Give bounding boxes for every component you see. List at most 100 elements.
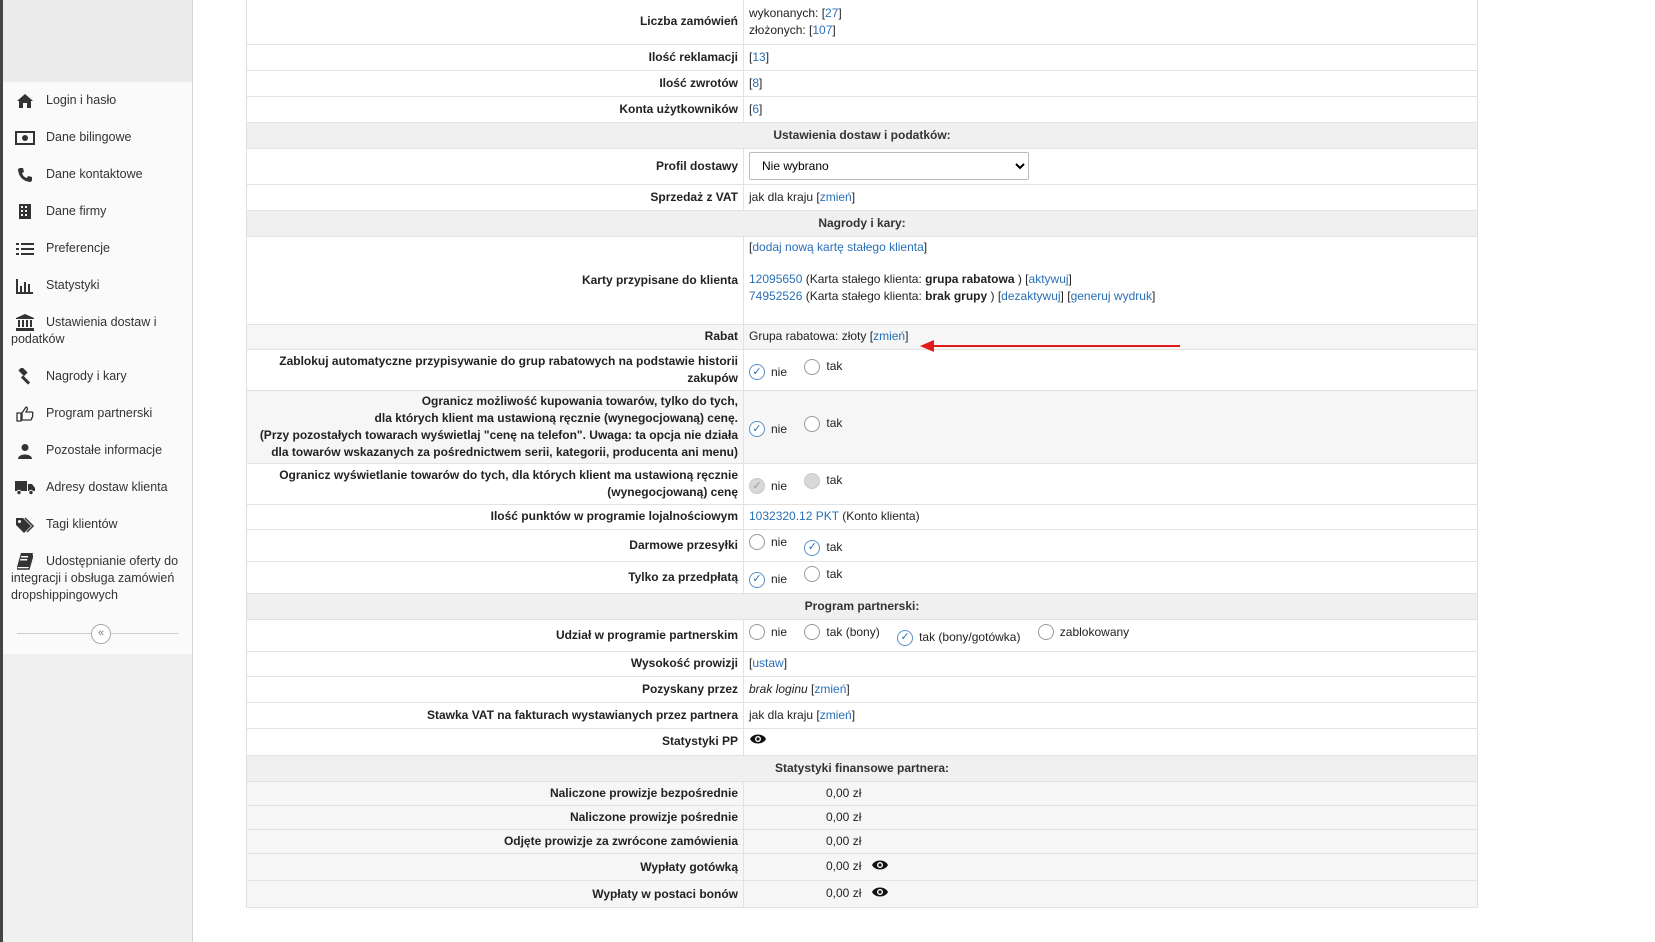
amount: 0,00 zł <box>826 834 862 848</box>
sidebar-item-preferences[interactable]: Preferencje <box>3 230 192 267</box>
radio-circle <box>749 624 765 641</box>
radio-nie[interactable]: ✓ nie <box>749 364 787 381</box>
truck-icon <box>15 479 35 496</box>
field-label: Ogranicz wyświetlanie towarów do tych, d… <box>246 463 744 505</box>
radio-label: nie <box>771 624 788 639</box>
card-number-link[interactable]: 74952526 <box>749 289 802 303</box>
change-acquired-by-link[interactable]: zmień <box>814 682 846 696</box>
orders-row: Liczba zamówień wykonanych: [27] złożony… <box>246 0 1478 45</box>
field-label: Liczba zamówień <box>246 0 744 45</box>
radio-nie[interactable]: nie <box>749 534 787 551</box>
sidebar-item-label: Statystyki <box>46 278 100 292</box>
field-label: Konta użytkowników <box>246 96 744 123</box>
sidebar-item-delivery-addresses[interactable]: Adresy dostaw klienta <box>3 469 192 506</box>
amount: 0,00 zł <box>826 785 862 800</box>
eye-icon[interactable] <box>871 886 889 903</box>
money-icon <box>15 129 35 146</box>
deactivate-card-link[interactable]: dezaktywuj <box>1001 289 1060 303</box>
radio-nie[interactable]: ✓ nie <box>749 421 787 438</box>
field-label: Ogranicz możliwość kupowania towarów, ty… <box>246 390 744 464</box>
radio-nie[interactable]: nie <box>749 624 787 641</box>
hand-pointer-icon <box>15 405 35 422</box>
field-label: Ilość punktów w programie lojalnościowym <box>246 504 744 530</box>
label-line: dla których klient ma ustawioną ręcznie … <box>374 410 738 425</box>
collapse-sidebar-button[interactable]: « <box>91 624 111 644</box>
radio-tak[interactable]: tak <box>804 358 842 375</box>
block-auto-groups-row: Zablokuj automatyczne przypisywanie do g… <box>246 349 1478 391</box>
sidebar-menu: Login i hasło Dane bilingowe Dane kontak… <box>3 82 192 614</box>
print-card-link[interactable]: generuj wydruk <box>1071 289 1152 303</box>
sidebar-item-statistics[interactable]: Statystyki <box>3 267 192 304</box>
limit-purchase-row: Ogranicz możliwość kupowania towarów, ty… <box>246 390 1478 464</box>
placed-orders-link[interactable]: 107 <box>812 23 832 37</box>
section-title: Statystyki finansowe partnera: <box>246 755 1478 782</box>
completed-orders-link[interactable]: 27 <box>825 6 838 20</box>
static-text: Grupa rabatowa: złoty <box>749 329 867 343</box>
complaints-link[interactable]: 13 <box>752 50 765 64</box>
sidebar-item-dropshipping[interactable]: Udostępnianie oferty do integracji i obs… <box>3 543 192 614</box>
card-item: 12095650 (Karta stałego klienta: grupa r… <box>749 272 1072 286</box>
sidebar-item-label: Login i hasło <box>46 93 117 107</box>
add-card-link[interactable]: dodaj nową kartę stałego klienta <box>752 240 923 254</box>
sidebar-item-delivery-tax[interactable]: Ustawienia dostaw i podatków <box>3 304 192 358</box>
field-label: Pozyskany przez <box>246 676 744 703</box>
radio-label: nie <box>771 534 788 549</box>
returns-link[interactable]: 8 <box>752 76 759 90</box>
radio-circle <box>804 566 821 583</box>
radio-label: nie <box>771 364 788 379</box>
logo-area <box>3 0 192 82</box>
radio-label: nie <box>771 572 788 587</box>
radio-tak[interactable]: tak <box>804 415 842 432</box>
cards-row: Karty przypisane do klienta [dodaj nową … <box>246 236 1478 325</box>
card-number-link[interactable]: 12095650 <box>749 272 802 286</box>
free-shipping-row: Darmowe przesyłki nie ✓ tak <box>246 529 1478 562</box>
label-line: (Przy pozostałych towarach wyświetlaj "c… <box>259 427 738 442</box>
radio-circle <box>749 534 765 551</box>
check-icon: ✓ <box>749 421 765 438</box>
sidebar-item-tags[interactable]: Tagi klientów <box>3 506 192 543</box>
delivery-profile-row: Profil dostawy Nie wybrano <box>246 148 1478 185</box>
check-icon: ✓ <box>804 539 821 556</box>
activate-card-link[interactable]: aktywuj <box>1029 272 1069 286</box>
radio-zablokowany[interactable]: zablokowany <box>1037 624 1129 641</box>
user-accounts-link[interactable]: 6 <box>752 102 759 116</box>
field-label: Karty przypisane do klienta <box>246 236 744 325</box>
change-vat-link[interactable]: zmień <box>820 190 852 204</box>
radio-nie[interactable]: ✓ nie <box>749 571 787 588</box>
eye-icon[interactable] <box>871 859 889 876</box>
discount-row: Rabat Grupa rabatowa: złoty [zmień] <box>246 324 1478 350</box>
amount: 0,00 zł <box>826 859 862 874</box>
sidebar-item-login[interactable]: Login i hasło <box>3 82 192 119</box>
field-label: Ilość zwrotów <box>246 70 744 97</box>
radio-tak-bony-gotowka[interactable]: ✓ tak (bony/gotówka) <box>897 629 1020 646</box>
static-text: ] <box>832 22 836 37</box>
sidebar-item-rewards[interactable]: Nagrody i kary <box>3 358 192 395</box>
change-partner-vat-link[interactable]: zmień <box>820 708 852 722</box>
static-text: ] <box>838 5 842 20</box>
partner-participation-row: Udział w programie partnerskim nie tak (… <box>246 619 1478 652</box>
radio-tak[interactable]: ✓ tak <box>804 539 842 556</box>
sidebar-item-label: Program partnerski <box>46 406 153 420</box>
sidebar-item-other-info[interactable]: Pozostałe informacje <box>3 432 192 469</box>
field-label: Udział w programie partnerskim <box>246 619 744 652</box>
sidebar-item-label: Nagrody i kary <box>46 369 127 383</box>
sidebar-item-contact[interactable]: Dane kontaktowe <box>3 156 192 193</box>
eye-icon[interactable] <box>749 733 767 750</box>
amount: 0,00 zł <box>826 886 862 901</box>
field-label: Statystyki PP <box>246 728 744 756</box>
change-discount-link[interactable]: zmień <box>873 329 905 343</box>
sidebar-item-billing[interactable]: Dane bilingowe <box>3 119 192 156</box>
field-label: Wysokość prowizji <box>246 651 744 677</box>
delivery-profile-select[interactable]: Nie wybrano <box>749 152 1029 180</box>
sidebar-item-label: Dane bilingowe <box>46 130 132 144</box>
radio-tak-bony[interactable]: tak (bony) <box>804 624 880 641</box>
sidebar-item-partner[interactable]: Program partnerski <box>3 395 192 432</box>
loyalty-points-link[interactable]: 1032320.12 PKT <box>749 509 839 523</box>
sidebar-item-company[interactable]: Dane firmy <box>3 193 192 230</box>
phone-icon <box>15 166 35 183</box>
radio-tak[interactable]: tak <box>804 566 842 583</box>
amount: 0,00 zł <box>826 810 862 824</box>
static-text: jak dla kraju <box>749 189 814 204</box>
static-text: wykonanych: [ <box>749 5 826 20</box>
set-commission-link[interactable]: ustaw <box>752 656 783 670</box>
